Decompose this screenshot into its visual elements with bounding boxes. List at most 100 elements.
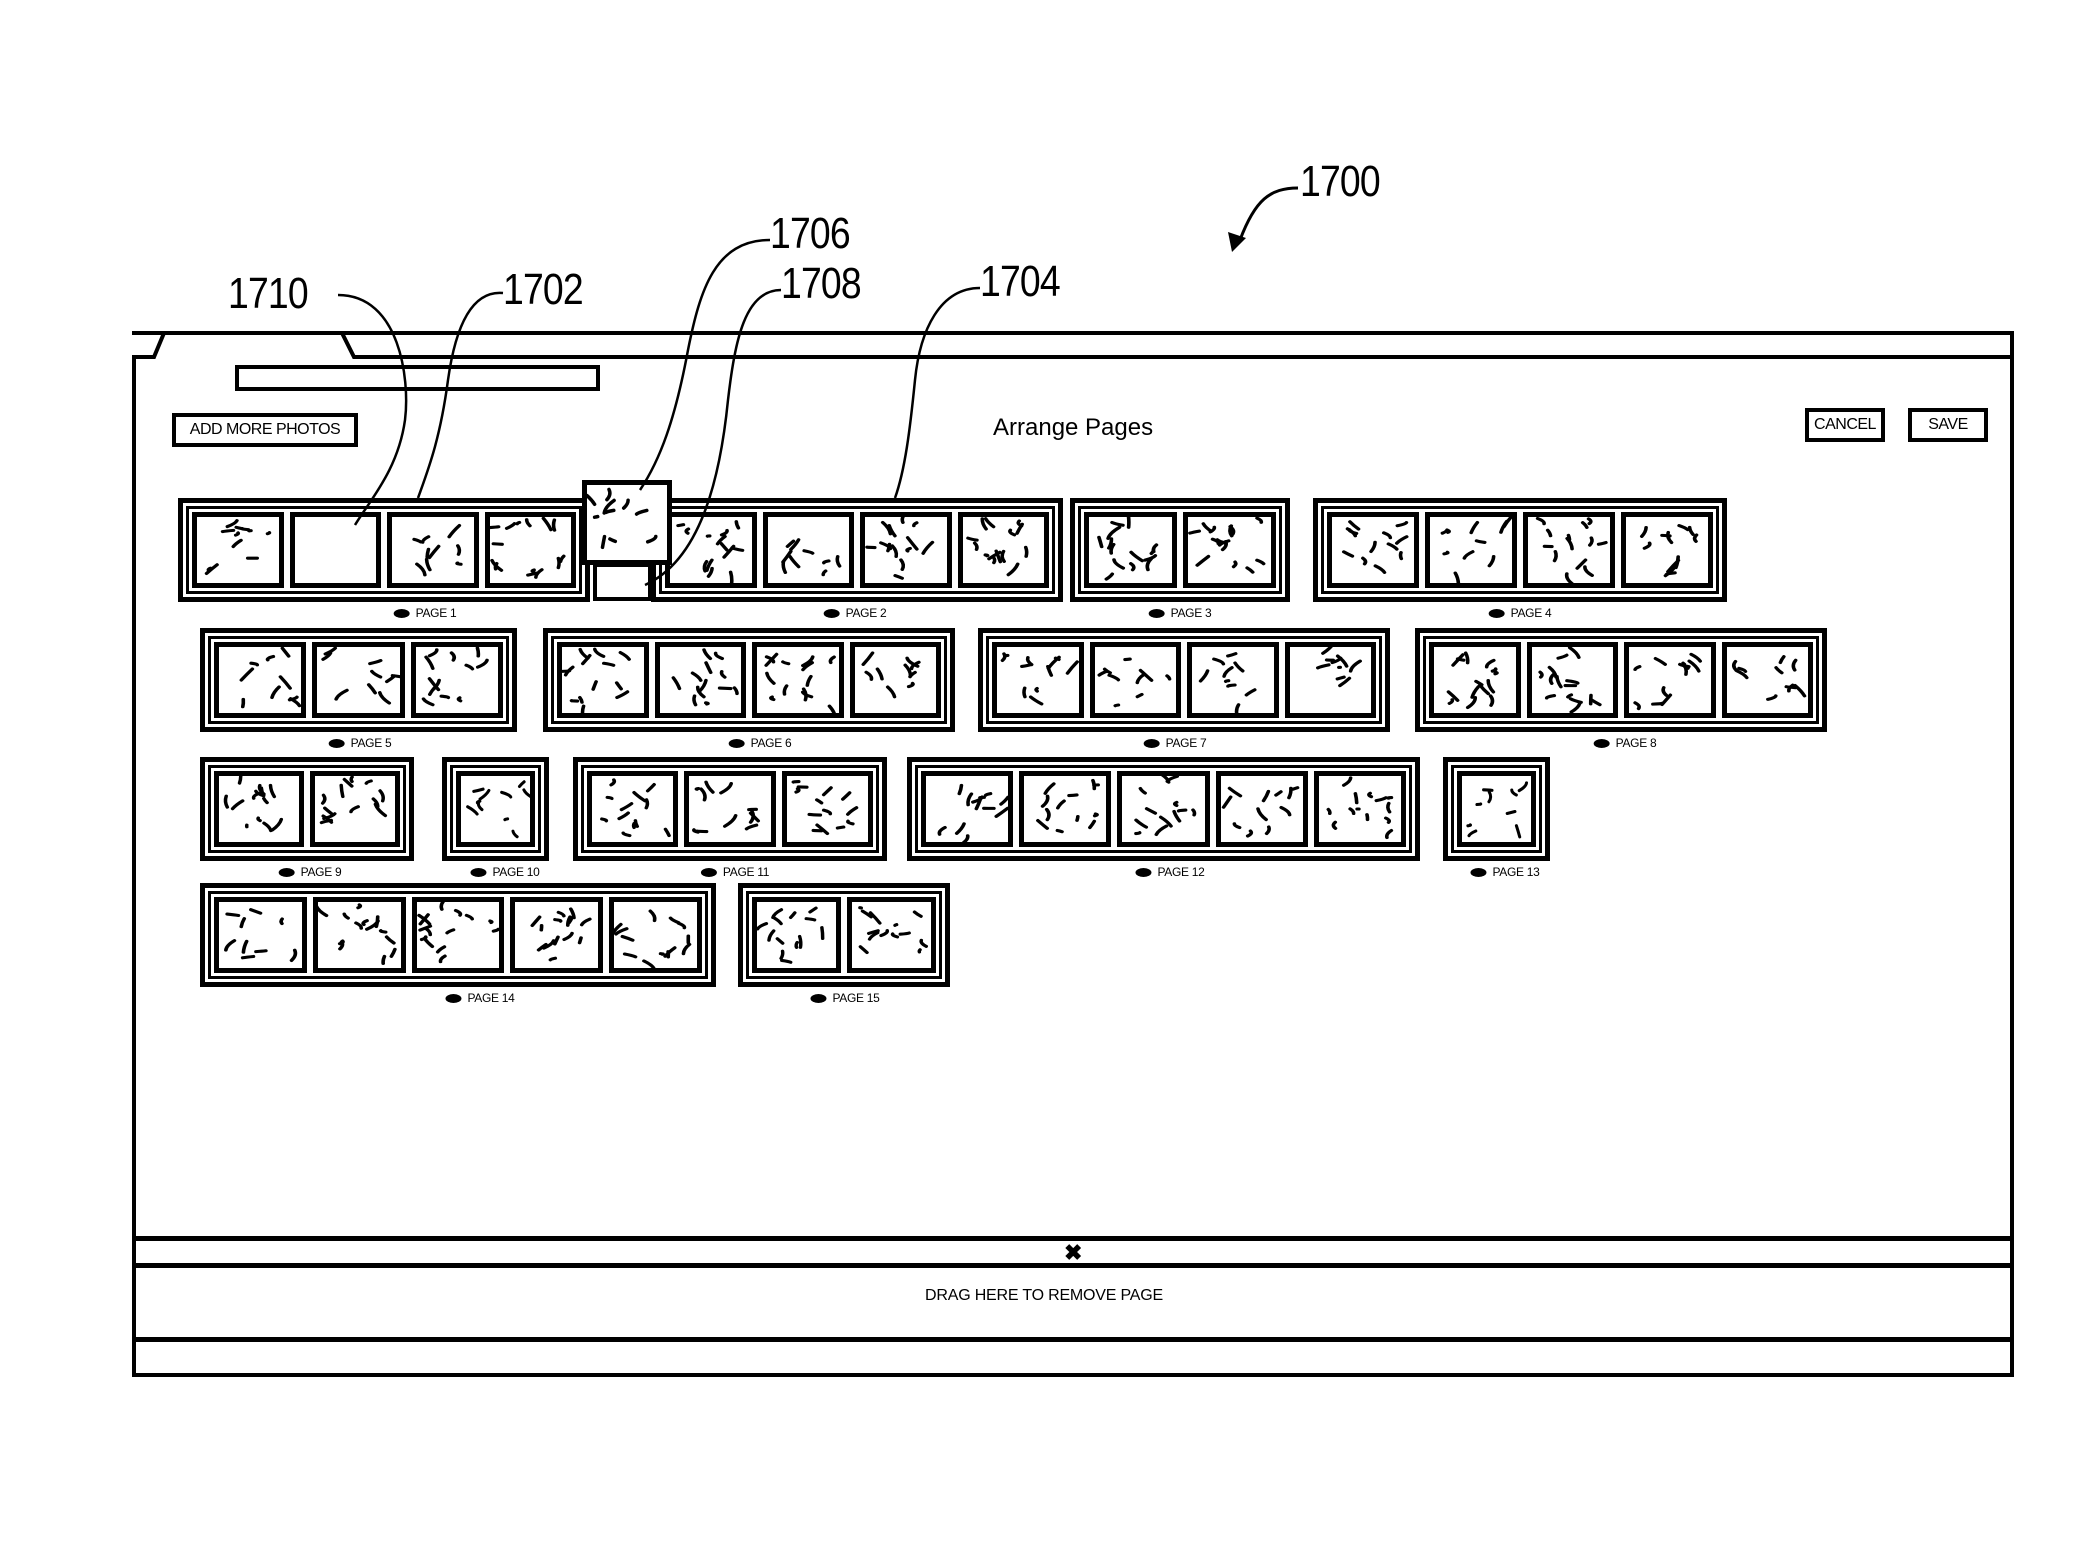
photo-thumbnail[interactable]	[214, 771, 304, 847]
eye-icon[interactable]	[700, 867, 717, 877]
page-strip[interactable]	[1313, 498, 1727, 602]
sketch-stroke	[455, 561, 463, 566]
eye-icon[interactable]	[1148, 608, 1165, 618]
photo-thumbnail[interactable]	[192, 512, 284, 588]
photo-thumbnail[interactable]	[410, 642, 503, 718]
page-strip[interactable]	[543, 628, 955, 732]
photo-thumbnail[interactable]	[849, 642, 941, 718]
photo-thumbnail[interactable]	[860, 512, 952, 588]
photo-thumbnail[interactable]	[992, 642, 1084, 718]
eye-icon[interactable]	[1488, 608, 1505, 618]
sketch-stroke	[972, 541, 979, 551]
search-input[interactable]	[235, 365, 600, 391]
page-strip[interactable]	[978, 628, 1390, 732]
eye-icon[interactable]	[728, 738, 745, 748]
photo-thumbnail[interactable]	[1523, 512, 1615, 588]
page-strip[interactable]	[573, 757, 887, 861]
photo-thumbnail[interactable]	[1089, 642, 1181, 718]
photo-thumbnail[interactable]	[1624, 642, 1716, 718]
photo-thumbnail[interactable]	[665, 512, 757, 588]
photo-thumbnail[interactable]	[921, 771, 1014, 847]
empty-photo-slot[interactable]	[289, 512, 381, 588]
sketch-stroke	[827, 704, 836, 713]
eye-icon[interactable]	[393, 608, 410, 618]
photo-thumbnail[interactable]	[1084, 512, 1177, 588]
eye-icon[interactable]	[1135, 867, 1152, 877]
photo-thumbnail[interactable]	[312, 897, 406, 973]
eye-icon[interactable]	[328, 738, 345, 748]
sketch-stroke	[957, 783, 964, 796]
photo-thumbnail[interactable]	[411, 897, 505, 973]
sketch-stroke	[1128, 562, 1136, 572]
remove-page-dropzone[interactable]: DRAG HERE TO REMOVE PAGE	[0, 1287, 2094, 1305]
page-strip[interactable]	[200, 757, 414, 861]
photo-thumbnail[interactable]	[484, 512, 576, 588]
save-button[interactable]: SAVE	[1908, 408, 1988, 442]
sketch-stroke	[1361, 556, 1368, 566]
photo-thumbnail[interactable]	[1429, 642, 1521, 718]
add-more-photos-button[interactable]: ADD MORE PHOTOS	[172, 413, 358, 447]
photo-thumbnail[interactable]	[762, 512, 854, 588]
photo-thumbnail[interactable]	[1117, 771, 1210, 847]
page-strip[interactable]	[1070, 498, 1290, 602]
photo-thumbnail[interactable]	[1019, 771, 1112, 847]
eye-icon[interactable]	[1593, 738, 1610, 748]
cancel-button[interactable]: CANCEL	[1805, 408, 1885, 442]
photo-thumbnail[interactable]	[1721, 642, 1813, 718]
page-strip[interactable]	[1415, 628, 1827, 732]
sketch-stroke	[797, 934, 803, 949]
photo-thumbnail[interactable]	[312, 642, 405, 718]
eye-icon[interactable]	[1143, 738, 1160, 748]
photo-thumbnail[interactable]	[1621, 512, 1713, 588]
page-strip[interactable]	[651, 498, 1063, 602]
photo-thumbnail[interactable]	[609, 897, 702, 973]
photo-thumbnail[interactable]	[387, 512, 479, 588]
photo-thumbnail[interactable]	[587, 771, 679, 847]
photo-thumbnail[interactable]	[654, 642, 746, 718]
page-strip[interactable]	[907, 757, 1420, 861]
eye-icon[interactable]	[823, 608, 840, 618]
photo-thumbnail[interactable]	[1327, 512, 1419, 588]
page-strip[interactable]	[178, 498, 590, 602]
page-strip[interactable]	[200, 628, 517, 732]
photo-thumbnail[interactable]	[1183, 512, 1276, 588]
photo-thumbnail[interactable]	[510, 897, 604, 973]
photo-thumbnail[interactable]	[781, 771, 873, 847]
page-label-text: PAGE 13	[1492, 865, 1540, 879]
page-strip[interactable]	[1443, 757, 1550, 861]
photo-thumbnail[interactable]	[557, 642, 649, 718]
photo-thumbnail[interactable]	[1526, 642, 1618, 718]
page-strip[interactable]	[738, 883, 950, 987]
dragged-photo-thumbnail[interactable]	[582, 480, 672, 565]
photo-thumbnail[interactable]	[214, 897, 307, 973]
sketch-stroke	[1731, 659, 1738, 672]
photo-thumbnail[interactable]	[1284, 642, 1376, 718]
photo-thumbnail[interactable]	[310, 771, 400, 847]
photo-thumbnail[interactable]	[1187, 642, 1279, 718]
eye-icon[interactable]	[470, 867, 487, 877]
page-strip[interactable]	[200, 883, 716, 987]
photo-thumbnail[interactable]	[957, 512, 1049, 588]
photo-thumbnail[interactable]	[214, 642, 307, 718]
sketch-stroke	[898, 931, 911, 936]
photo-thumbnail[interactable]	[456, 771, 535, 847]
photo-thumbnail[interactable]	[1215, 771, 1308, 847]
eye-icon[interactable]	[810, 993, 827, 1003]
sketch-stroke	[713, 651, 724, 661]
photo-thumbnail[interactable]	[752, 642, 844, 718]
photo-thumbnail[interactable]	[1457, 771, 1536, 847]
browser-tab[interactable]	[132, 331, 632, 361]
sketch-stroke	[240, 526, 251, 532]
photo-sketch	[1537, 647, 1602, 713]
eye-icon[interactable]	[278, 867, 295, 877]
photo-thumbnail[interactable]	[847, 897, 936, 973]
photo-thumbnail[interactable]	[752, 897, 841, 973]
sketch-stroke	[1365, 813, 1370, 822]
photo-thumbnail[interactable]	[684, 771, 776, 847]
photo-thumbnail[interactable]	[1425, 512, 1517, 588]
eye-icon[interactable]	[445, 993, 462, 1003]
page-strip[interactable]	[442, 757, 549, 861]
photo-thumbnail[interactable]	[1313, 771, 1407, 847]
eye-icon[interactable]	[1470, 867, 1487, 877]
photo-sketch	[1221, 786, 1299, 838]
